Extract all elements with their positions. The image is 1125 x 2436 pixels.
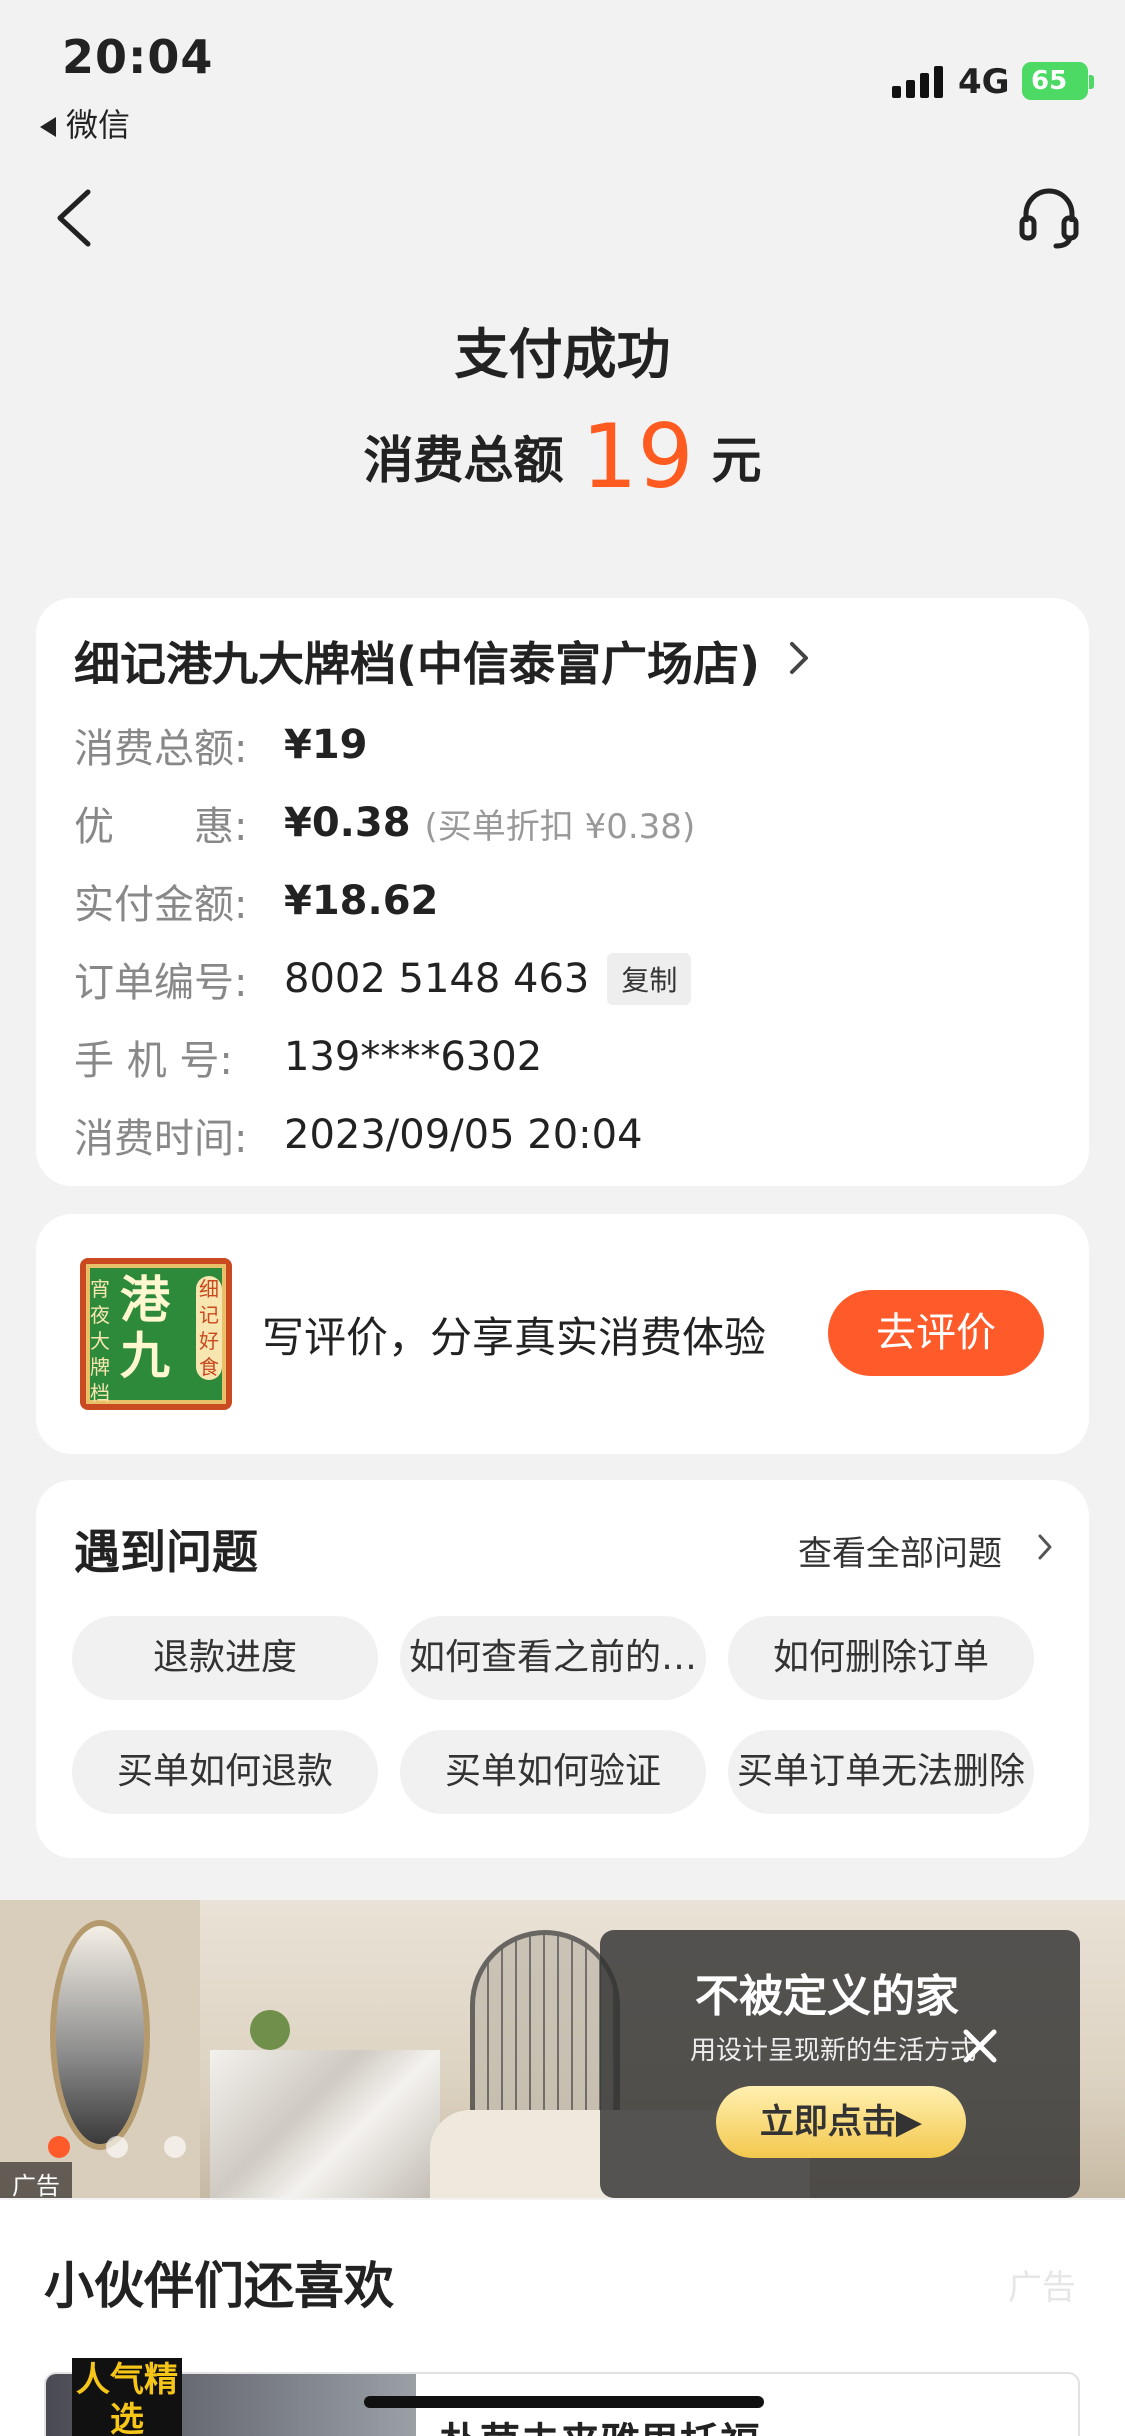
- faq-chip-refund-progress[interactable]: 退款进度: [72, 1616, 378, 1700]
- detail-row-paid: 实付金额: ¥18.62: [74, 872, 438, 930]
- back-to-wechat-link[interactable]: 微信: [40, 100, 130, 146]
- customer-service-icon[interactable]: [1018, 184, 1080, 250]
- carousel-dot[interactable]: [48, 2136, 70, 2158]
- battery-icon: 65: [1022, 62, 1094, 100]
- logo-main-text: 港九: [120, 1271, 170, 1385]
- detail-row-phone: 手 机 号: 139****6302: [74, 1028, 542, 1086]
- detail-value: 8002 5148 463: [284, 956, 590, 1002]
- back-app-label: 微信: [66, 106, 131, 144]
- detail-value: ¥0.38: [284, 800, 411, 846]
- ad-tag: 广告: [0, 2162, 72, 2198]
- signal-icon: [892, 64, 943, 98]
- logo-side-text: 宵夜大牌档: [90, 1277, 110, 1405]
- chevron-right-icon[interactable]: [1036, 1532, 1054, 1562]
- detail-value: 139****6302: [284, 1034, 543, 1080]
- detail-row-total: 消费总额: ¥19: [74, 716, 368, 774]
- detail-key: 优 惠:: [74, 804, 248, 850]
- detail-row-time: 消费时间: 2023/09/05 20:04: [74, 1106, 643, 1164]
- faq-chip-delete-order[interactable]: 如何删除订单: [728, 1616, 1034, 1700]
- page-title: 支付成功: [454, 323, 671, 386]
- ad-image-plant: [250, 2010, 290, 2050]
- popular-badge: 人气精选: [72, 2358, 182, 2436]
- faq-chip-view-history[interactable]: 如何查看之前的…: [400, 1616, 706, 1700]
- recommend-ad-label: 广告: [1008, 2268, 1076, 2308]
- detail-value: 2023/09/05 20:04: [284, 1112, 643, 1158]
- faq-chip-how-verify[interactable]: 买单如何验证: [400, 1730, 706, 1814]
- ad-image-window: [470, 1930, 620, 2130]
- discount-note: (买单折扣 ¥0.38): [424, 806, 696, 847]
- recommend-item-name: 朴茵未来雅思托福: [440, 2410, 760, 2436]
- view-all-questions-link[interactable]: 查看全部问题: [798, 1526, 1002, 1575]
- ad-cta-button[interactable]: 立即点击▶: [716, 2086, 966, 2158]
- detail-value: ¥19: [284, 722, 368, 768]
- status-bar: 20:04 微信 4G 65: [0, 0, 1125, 150]
- home-indicator[interactable]: [364, 2396, 764, 2408]
- network-type: 4G: [958, 62, 1010, 102]
- shop-name-link[interactable]: 细记港九大牌档(中信泰富广场店): [74, 628, 760, 694]
- detail-key: 消费总额:: [74, 726, 248, 772]
- detail-row-order-no: 订单编号: 8002 5148 463 复制: [74, 950, 692, 1008]
- ad-image-mirror: [50, 1920, 150, 2150]
- ad-subline: 用设计呈现新的生活方式: [690, 2036, 977, 2066]
- battery-level: 65: [1031, 66, 1068, 96]
- shop-logo: 宵夜大牌档 港九 细记好食: [80, 1258, 232, 1410]
- detail-value: ¥18.62: [284, 878, 439, 924]
- total-amount-line: 消费总额 19 元: [0, 405, 1125, 508]
- back-triangle-icon: [40, 117, 56, 137]
- detail-key: 实付金额:: [74, 882, 248, 928]
- faq-card: 遇到问题 查看全部问题 退款进度 如何查看之前的… 如何删除订单 买单如何退款 …: [36, 1480, 1089, 1858]
- detail-key: 订单编号:: [74, 960, 248, 1006]
- total-unit: 元: [711, 431, 762, 490]
- ad-headline: 不被定义的家: [695, 1971, 959, 2022]
- detail-key: 消费时间:: [74, 1116, 248, 1162]
- order-details-card: 细记港九大牌档(中信泰富广场店) 消费总额: ¥19 优 惠: ¥0.38 (买…: [36, 598, 1089, 1186]
- faq-chip-cannot-delete[interactable]: 买单订单无法删除: [728, 1730, 1034, 1814]
- nav-bar: [0, 170, 1125, 270]
- total-label: 消费总额: [363, 431, 564, 490]
- write-review-button[interactable]: 去评价: [828, 1290, 1044, 1376]
- carousel-dot[interactable]: [106, 2136, 128, 2158]
- back-arrow-icon[interactable]: [52, 188, 96, 248]
- detail-key: 手 机 号:: [74, 1038, 233, 1084]
- logo-side-text: 细记好食: [196, 1276, 222, 1380]
- ad-banner[interactable]: 不被定义的家 用设计呈现新的生活方式 立即点击▶ 广告: [0, 1900, 1125, 2198]
- total-amount: 19: [581, 405, 694, 508]
- copy-button[interactable]: 复制: [607, 953, 692, 1005]
- carousel-dot[interactable]: [164, 2136, 186, 2158]
- review-card: 宵夜大牌档 港九 细记好食 写评价，分享真实消费体验 去评价: [36, 1214, 1089, 1454]
- carousel-dots: [48, 2136, 186, 2158]
- review-prompt: 写评价，分享真实消费体验: [262, 1313, 767, 1362]
- chevron-right-icon[interactable]: [786, 638, 812, 678]
- ad-image-counter: [210, 2050, 440, 2198]
- recommend-title: 小伙伴们还喜欢: [44, 2257, 394, 2315]
- faq-title: 遇到问题: [74, 1525, 258, 1579]
- detail-row-discount: 优 惠: ¥0.38 (买单折扣 ¥0.38): [74, 794, 695, 852]
- faq-chip-how-refund[interactable]: 买单如何退款: [72, 1730, 378, 1814]
- status-time: 20:04: [62, 30, 214, 84]
- close-icon[interactable]: [958, 2024, 1002, 2068]
